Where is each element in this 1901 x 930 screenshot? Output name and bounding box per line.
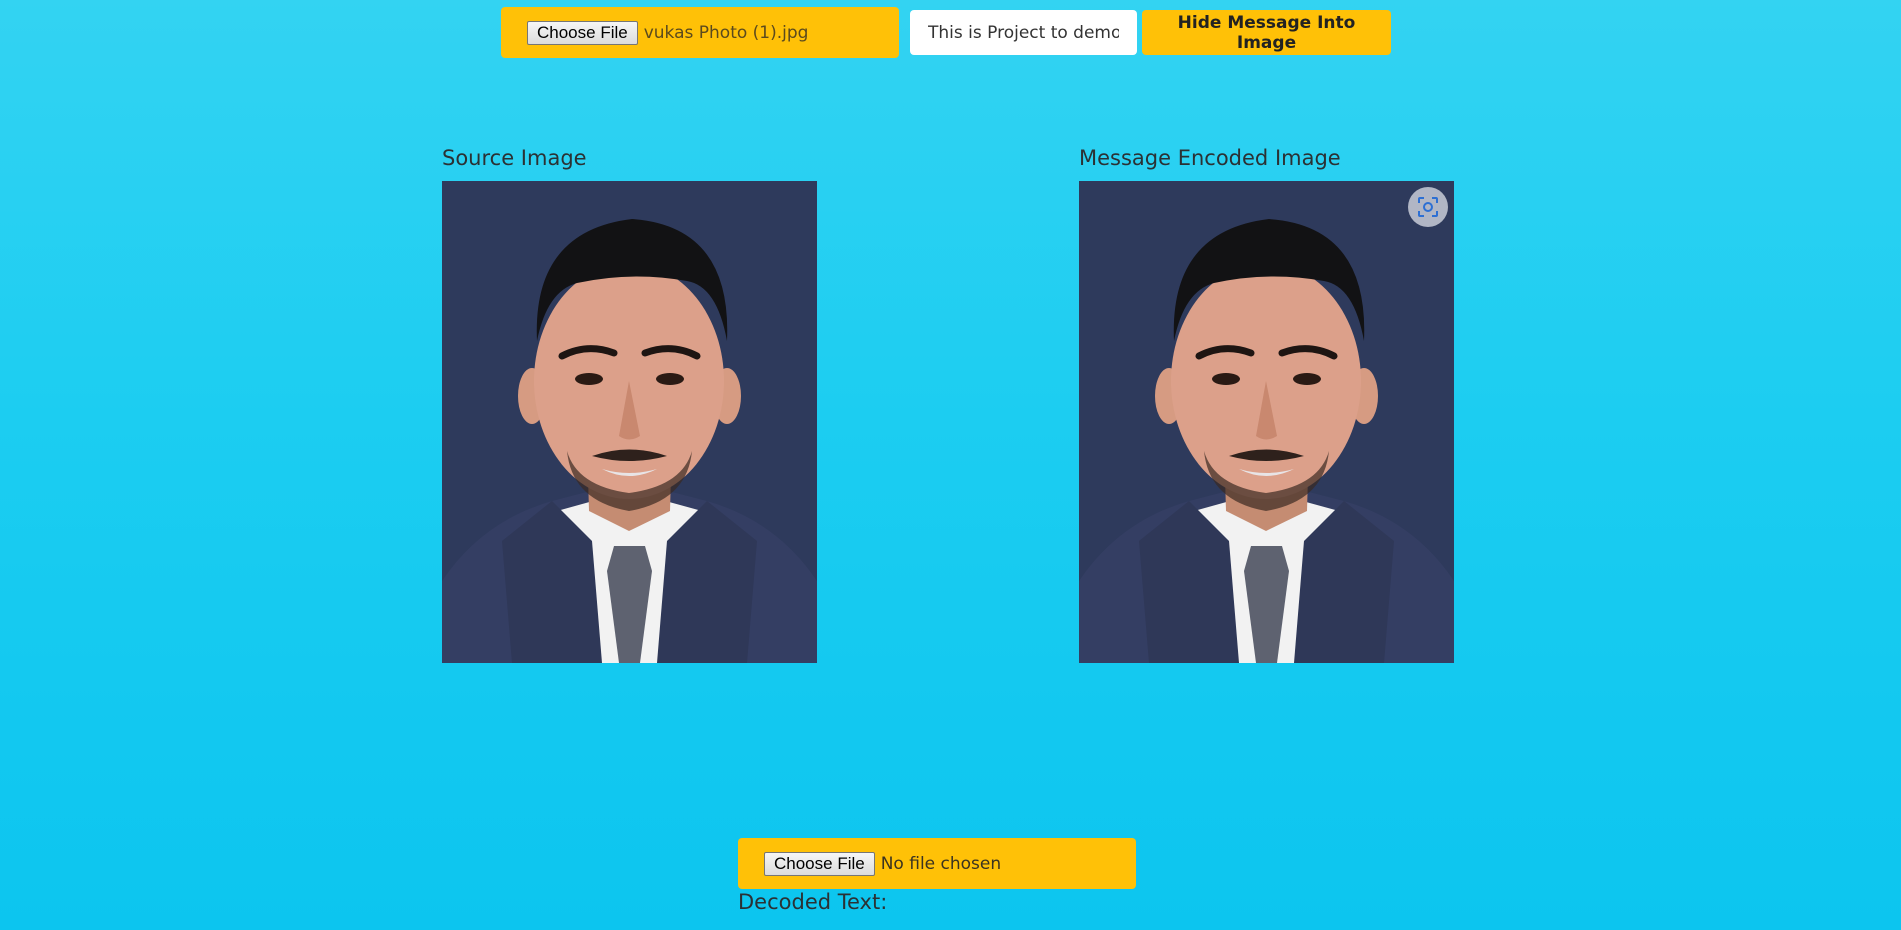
hide-message-button[interactable]: Hide Message Into Image <box>1142 10 1391 55</box>
secret-message-input[interactable] <box>910 10 1137 55</box>
encoded-image-label: Message Encoded Image <box>1079 146 1341 170</box>
source-image <box>442 181 817 663</box>
encode-selected-file-name: vukas Photo (1).jpg <box>643 22 809 43</box>
decode-selected-file-name: No file chosen <box>880 853 1002 874</box>
decode-choose-file-button[interactable]: Choose File <box>764 851 875 876</box>
encoded-image[interactable] <box>1079 181 1454 663</box>
visual-search-icon[interactable] <box>1408 187 1448 227</box>
encode-file-picker[interactable]: Choose File vukas Photo (1).jpg <box>501 7 899 58</box>
decoded-text-label: Decoded Text: <box>738 890 888 914</box>
decode-file-picker[interactable]: Choose File No file chosen <box>738 838 1136 889</box>
decoded-text-section: Decoded Text: <box>738 890 893 914</box>
encode-choose-file-button[interactable]: Choose File <box>527 20 638 45</box>
source-image-label: Source Image <box>442 146 587 170</box>
